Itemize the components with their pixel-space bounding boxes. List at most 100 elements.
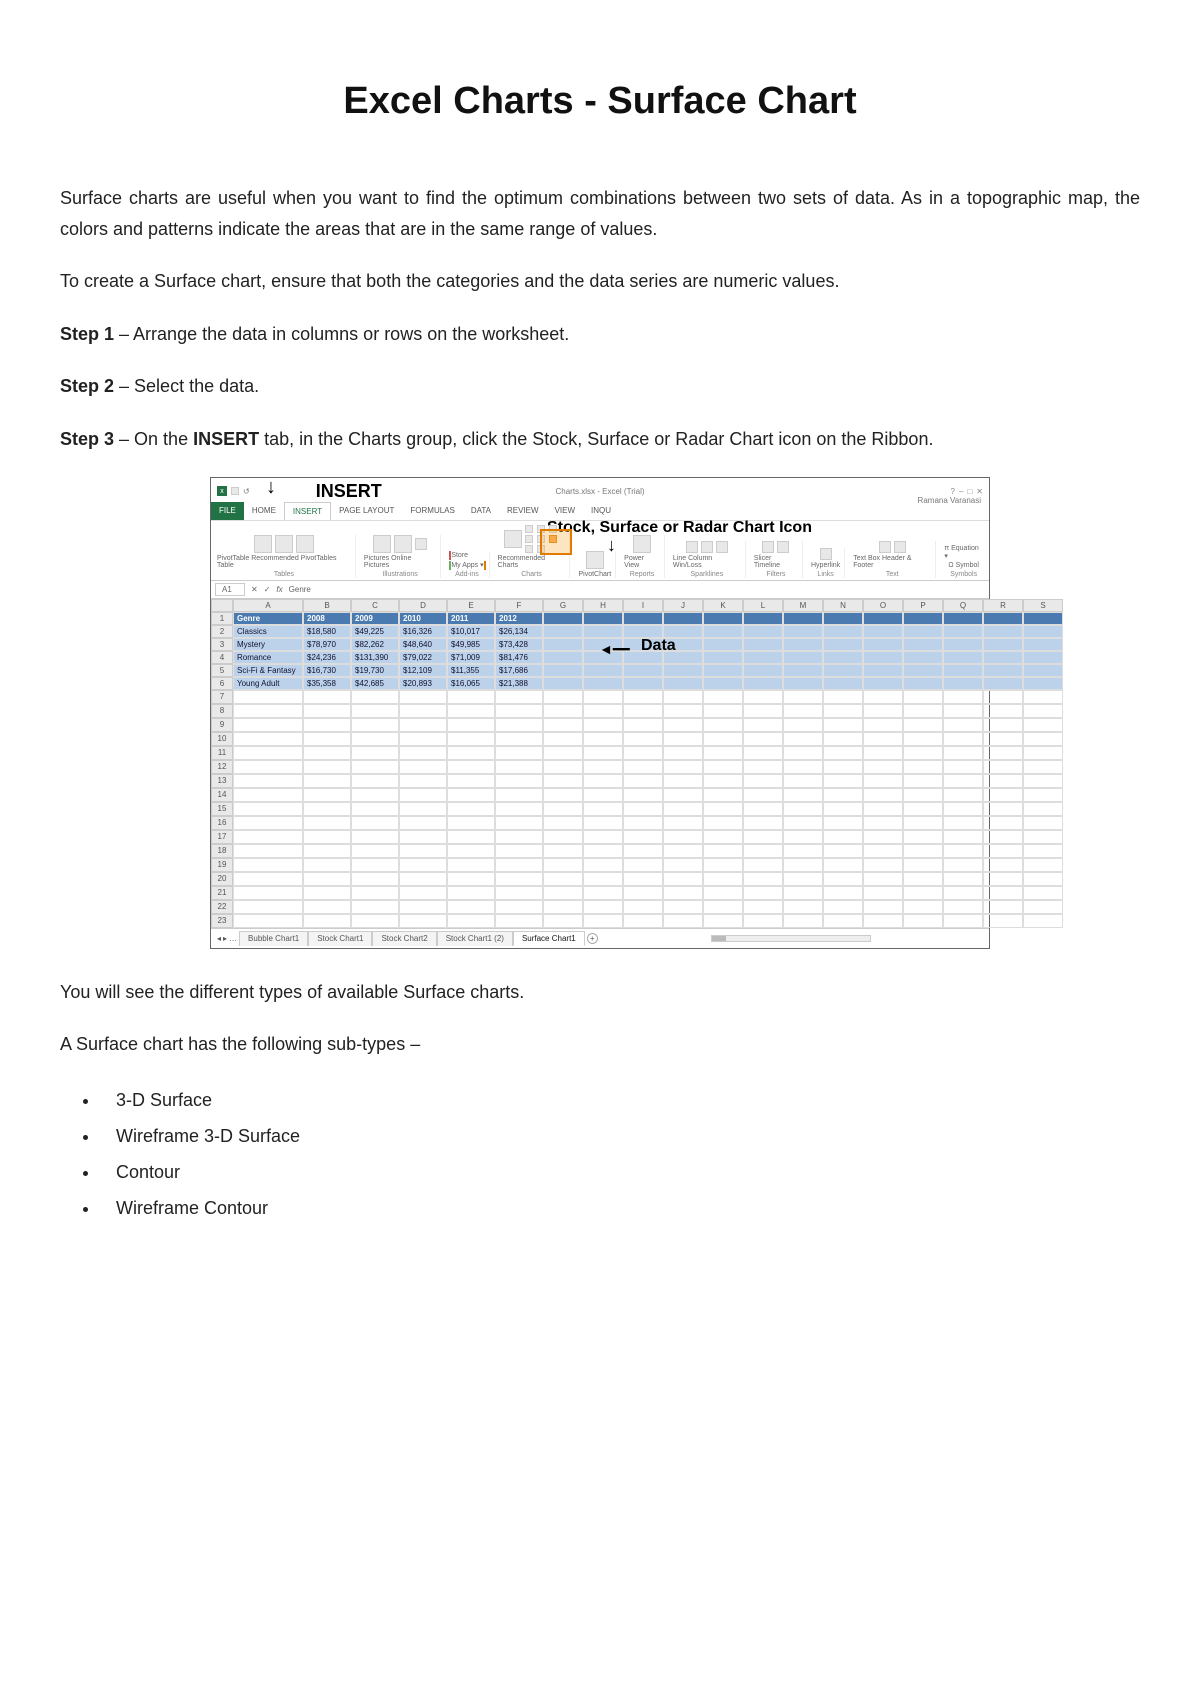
cell[interactable] — [1023, 638, 1063, 651]
cell[interactable] — [543, 704, 583, 718]
cell[interactable] — [399, 858, 447, 872]
cell[interactable] — [983, 760, 1023, 774]
accept-icon[interactable]: ✓ — [264, 585, 271, 594]
column-header[interactable]: R — [983, 599, 1023, 612]
cell[interactable] — [303, 746, 351, 760]
cell[interactable] — [943, 664, 983, 677]
cell[interactable] — [583, 704, 623, 718]
cell[interactable] — [903, 690, 943, 704]
cell[interactable] — [399, 872, 447, 886]
cell[interactable] — [583, 732, 623, 746]
cell[interactable]: $12,109 — [399, 664, 447, 677]
cancel-icon[interactable]: ✕ — [251, 585, 258, 594]
cell[interactable] — [1023, 704, 1063, 718]
recommended-charts-icon[interactable] — [504, 530, 522, 548]
cell[interactable] — [783, 774, 823, 788]
cell[interactable] — [399, 900, 447, 914]
tab-data[interactable]: DATA — [463, 502, 499, 520]
cell[interactable] — [543, 718, 583, 732]
cell[interactable] — [399, 704, 447, 718]
cell[interactable] — [351, 858, 399, 872]
cell[interactable]: $19,730 — [351, 664, 399, 677]
cell[interactable] — [703, 690, 743, 704]
cell[interactable] — [1023, 651, 1063, 664]
cell[interactable] — [583, 760, 623, 774]
cell[interactable] — [743, 677, 783, 690]
cell[interactable] — [233, 900, 303, 914]
cell[interactable] — [863, 774, 903, 788]
cell[interactable] — [823, 900, 863, 914]
cell[interactable] — [663, 802, 703, 816]
shapes-icon[interactable] — [415, 538, 427, 550]
cell[interactable] — [447, 690, 495, 704]
cell[interactable] — [351, 844, 399, 858]
cell[interactable] — [663, 914, 703, 928]
cell[interactable] — [743, 664, 783, 677]
sheet-tab[interactable]: Stock Chart2 — [372, 931, 436, 946]
cell[interactable] — [743, 774, 783, 788]
cell[interactable] — [233, 802, 303, 816]
cell[interactable] — [303, 830, 351, 844]
cell[interactable] — [983, 844, 1023, 858]
cell[interactable] — [783, 625, 823, 638]
cell[interactable] — [1023, 664, 1063, 677]
sparkline-line-icon[interactable] — [686, 541, 698, 553]
cell[interactable] — [783, 900, 823, 914]
window-maximize-icon[interactable]: □ — [967, 487, 972, 496]
cell[interactable] — [743, 816, 783, 830]
cell[interactable] — [233, 718, 303, 732]
cell[interactable] — [943, 914, 983, 928]
cell[interactable]: $71,009 — [447, 651, 495, 664]
cell[interactable] — [903, 802, 943, 816]
cell[interactable] — [583, 677, 623, 690]
cell[interactable] — [863, 900, 903, 914]
cell[interactable] — [863, 858, 903, 872]
cell[interactable]: $11,355 — [447, 664, 495, 677]
cell[interactable] — [943, 732, 983, 746]
cell[interactable] — [447, 900, 495, 914]
tab-file[interactable]: FILE — [211, 502, 244, 520]
cell[interactable] — [863, 886, 903, 900]
cell[interactable]: $48,640 — [399, 638, 447, 651]
cell[interactable] — [823, 651, 863, 664]
cell[interactable] — [583, 774, 623, 788]
cell[interactable] — [703, 746, 743, 760]
cell[interactable] — [583, 788, 623, 802]
cell[interactable] — [983, 830, 1023, 844]
cell[interactable] — [823, 664, 863, 677]
cell[interactable] — [351, 830, 399, 844]
cell[interactable] — [1023, 900, 1063, 914]
cell[interactable] — [863, 664, 903, 677]
cell[interactable] — [823, 718, 863, 732]
cell[interactable] — [303, 802, 351, 816]
cell[interactable]: $35,358 — [303, 677, 351, 690]
cell[interactable] — [583, 664, 623, 677]
cell[interactable]: $18,580 — [303, 625, 351, 638]
cell[interactable] — [303, 732, 351, 746]
cell[interactable] — [233, 704, 303, 718]
cell[interactable] — [233, 886, 303, 900]
cell[interactable] — [583, 816, 623, 830]
textbox-icon[interactable] — [879, 541, 891, 553]
cell[interactable] — [823, 625, 863, 638]
cell[interactable] — [233, 690, 303, 704]
cell[interactable] — [233, 872, 303, 886]
cell[interactable]: Young Adult — [233, 677, 303, 690]
cell[interactable] — [399, 718, 447, 732]
row-number[interactable]: 6 — [211, 677, 233, 690]
cell[interactable] — [623, 816, 663, 830]
cell[interactable] — [303, 914, 351, 928]
cell[interactable] — [663, 612, 703, 625]
cell[interactable] — [943, 900, 983, 914]
tab-view[interactable]: VIEW — [547, 502, 583, 520]
cell[interactable] — [303, 704, 351, 718]
cell[interactable] — [903, 900, 943, 914]
cell[interactable] — [351, 746, 399, 760]
cell[interactable] — [495, 816, 543, 830]
cell[interactable] — [743, 788, 783, 802]
cell[interactable] — [1023, 816, 1063, 830]
cell[interactable]: $73,428 — [495, 638, 543, 651]
cell[interactable] — [783, 638, 823, 651]
cell[interactable] — [983, 886, 1023, 900]
timeline-icon[interactable] — [777, 541, 789, 553]
